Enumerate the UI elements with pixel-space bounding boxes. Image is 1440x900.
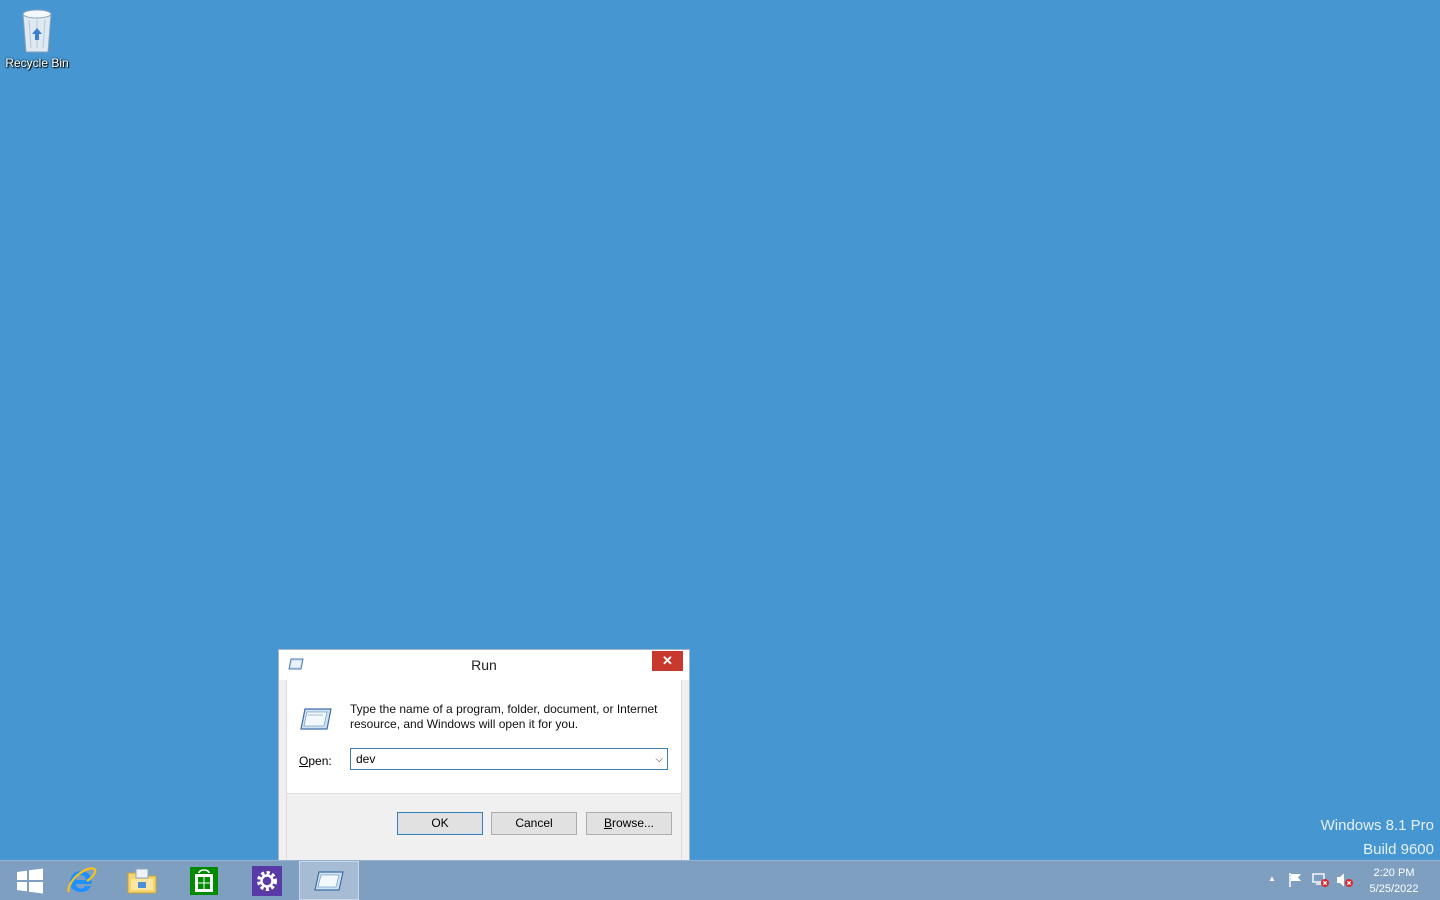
- network-error-icon[interactable]: [1312, 872, 1330, 891]
- open-input[interactable]: dev: [356, 752, 375, 766]
- show-hidden-icons-icon[interactable]: ▲: [1268, 874, 1276, 883]
- start-icon: [17, 868, 43, 893]
- cancel-button[interactable]: Cancel: [491, 812, 577, 835]
- desktop-icon-recycle-bin[interactable]: Recycle Bin: [4, 6, 70, 70]
- run-dialog: Run ✕ Type the name of a program, folder…: [278, 649, 690, 861]
- close-button[interactable]: ✕: [652, 651, 683, 671]
- dialog-description: Type the name of a program, folder, docu…: [350, 702, 658, 731]
- open-label-accelerator: O: [299, 754, 309, 768]
- clock-time: 2:20 PM: [1373, 867, 1415, 879]
- close-icon: ✕: [662, 653, 673, 668]
- file-explorer-icon: [127, 868, 157, 893]
- settings-icon: [252, 865, 282, 896]
- dialog-titlebar[interactable]: Run ✕: [279, 650, 689, 680]
- taskbar-clock[interactable]: 2:20 PM 5/25/2022: [1364, 865, 1424, 897]
- dialog-title: Run: [471, 657, 497, 673]
- dialog-body: Type the name of a program, folder, docu…: [286, 680, 682, 860]
- dialog-content: Type the name of a program, folder, docu…: [287, 680, 681, 793]
- browse-button[interactable]: Browse...: [586, 812, 672, 835]
- taskbar-settings[interactable]: [237, 861, 297, 900]
- internet-explorer-icon: [67, 866, 97, 893]
- run-program-icon: [299, 707, 333, 734]
- store-icon: [190, 866, 218, 895]
- run-icon: [314, 870, 344, 891]
- windows-watermark: Windows 8.1 Pro Build 9600: [1321, 814, 1434, 862]
- desktop-icon-label: Recycle Bin: [5, 56, 69, 70]
- taskbar-store[interactable]: [174, 861, 234, 900]
- watermark-build: Build 9600: [1363, 841, 1434, 858]
- cancel-label: Cancel: [515, 816, 553, 830]
- watermark-edition: Windows 8.1 Pro: [1320, 817, 1434, 834]
- browse-label: rowse...: [612, 816, 655, 830]
- recycle-bin-icon: [22, 9, 52, 53]
- taskbar-internet-explorer[interactable]: [51, 861, 111, 900]
- volume-muted-icon[interactable]: [1336, 872, 1354, 891]
- ok-button[interactable]: OK: [397, 812, 483, 835]
- action-center-flag-icon[interactable]: [1288, 872, 1304, 891]
- system-tray: ▲ 2:20 PM 5/25/2022: [1240, 861, 1440, 900]
- taskbar-run[interactable]: [299, 861, 359, 900]
- open-label: Open:: [299, 754, 332, 768]
- open-label-text: pen:: [308, 754, 332, 768]
- taskbar-file-explorer[interactable]: [112, 861, 172, 900]
- browse-accelerator: B: [603, 816, 612, 830]
- ok-label: OK: [431, 816, 449, 830]
- dialog-button-bar: OK Cancel Browse...: [287, 793, 681, 860]
- clock-date: 5/25/2022: [1369, 883, 1419, 895]
- open-combobox[interactable]: dev ⌵: [350, 748, 668, 770]
- taskbar: ▲ 2:20 PM 5/25/2022: [0, 860, 1440, 900]
- chevron-down-icon[interactable]: ⌵: [655, 754, 663, 765]
